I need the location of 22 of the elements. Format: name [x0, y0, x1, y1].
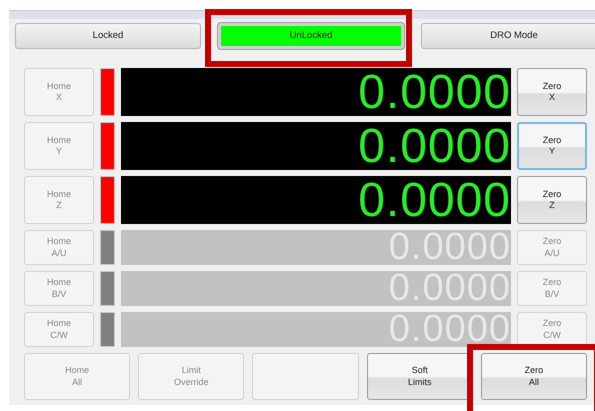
zero-button[interactable]: Zero C/W — [517, 312, 587, 347]
zero-button[interactable]: Zero Z — [517, 176, 587, 224]
home-button[interactable]: Home B/V — [24, 271, 94, 306]
home-button[interactable]: Home X — [24, 68, 94, 116]
mode-button[interactable]: UnLocked — [218, 23, 404, 49]
zero-button[interactable]: Zero A/U — [517, 230, 587, 265]
position-readout: 0.0000 — [121, 122, 511, 170]
home-button[interactable]: Home Y — [24, 122, 94, 170]
home-button[interactable]: Home A/U — [24, 230, 94, 265]
command-button[interactable]: Limit Override — [138, 353, 244, 400]
zero-button[interactable]: Zero B/V — [517, 271, 587, 306]
mode-button[interactable]: Locked — [15, 23, 201, 49]
position-readout: 0.0000 — [121, 176, 511, 224]
home-button[interactable]: Home C/W — [24, 312, 94, 347]
command-button[interactable]: Zero All — [480, 353, 587, 400]
command-button[interactable]: Home All — [24, 353, 130, 400]
home-button[interactable]: Home Z — [24, 176, 94, 224]
command-button[interactable] — [252, 353, 359, 400]
position-readout: 0.0000 — [121, 68, 511, 116]
zero-button[interactable]: Zero X — [517, 68, 587, 116]
mode-button[interactable]: DRO Mode — [421, 23, 595, 49]
zero-button[interactable]: Zero Y — [517, 122, 587, 170]
